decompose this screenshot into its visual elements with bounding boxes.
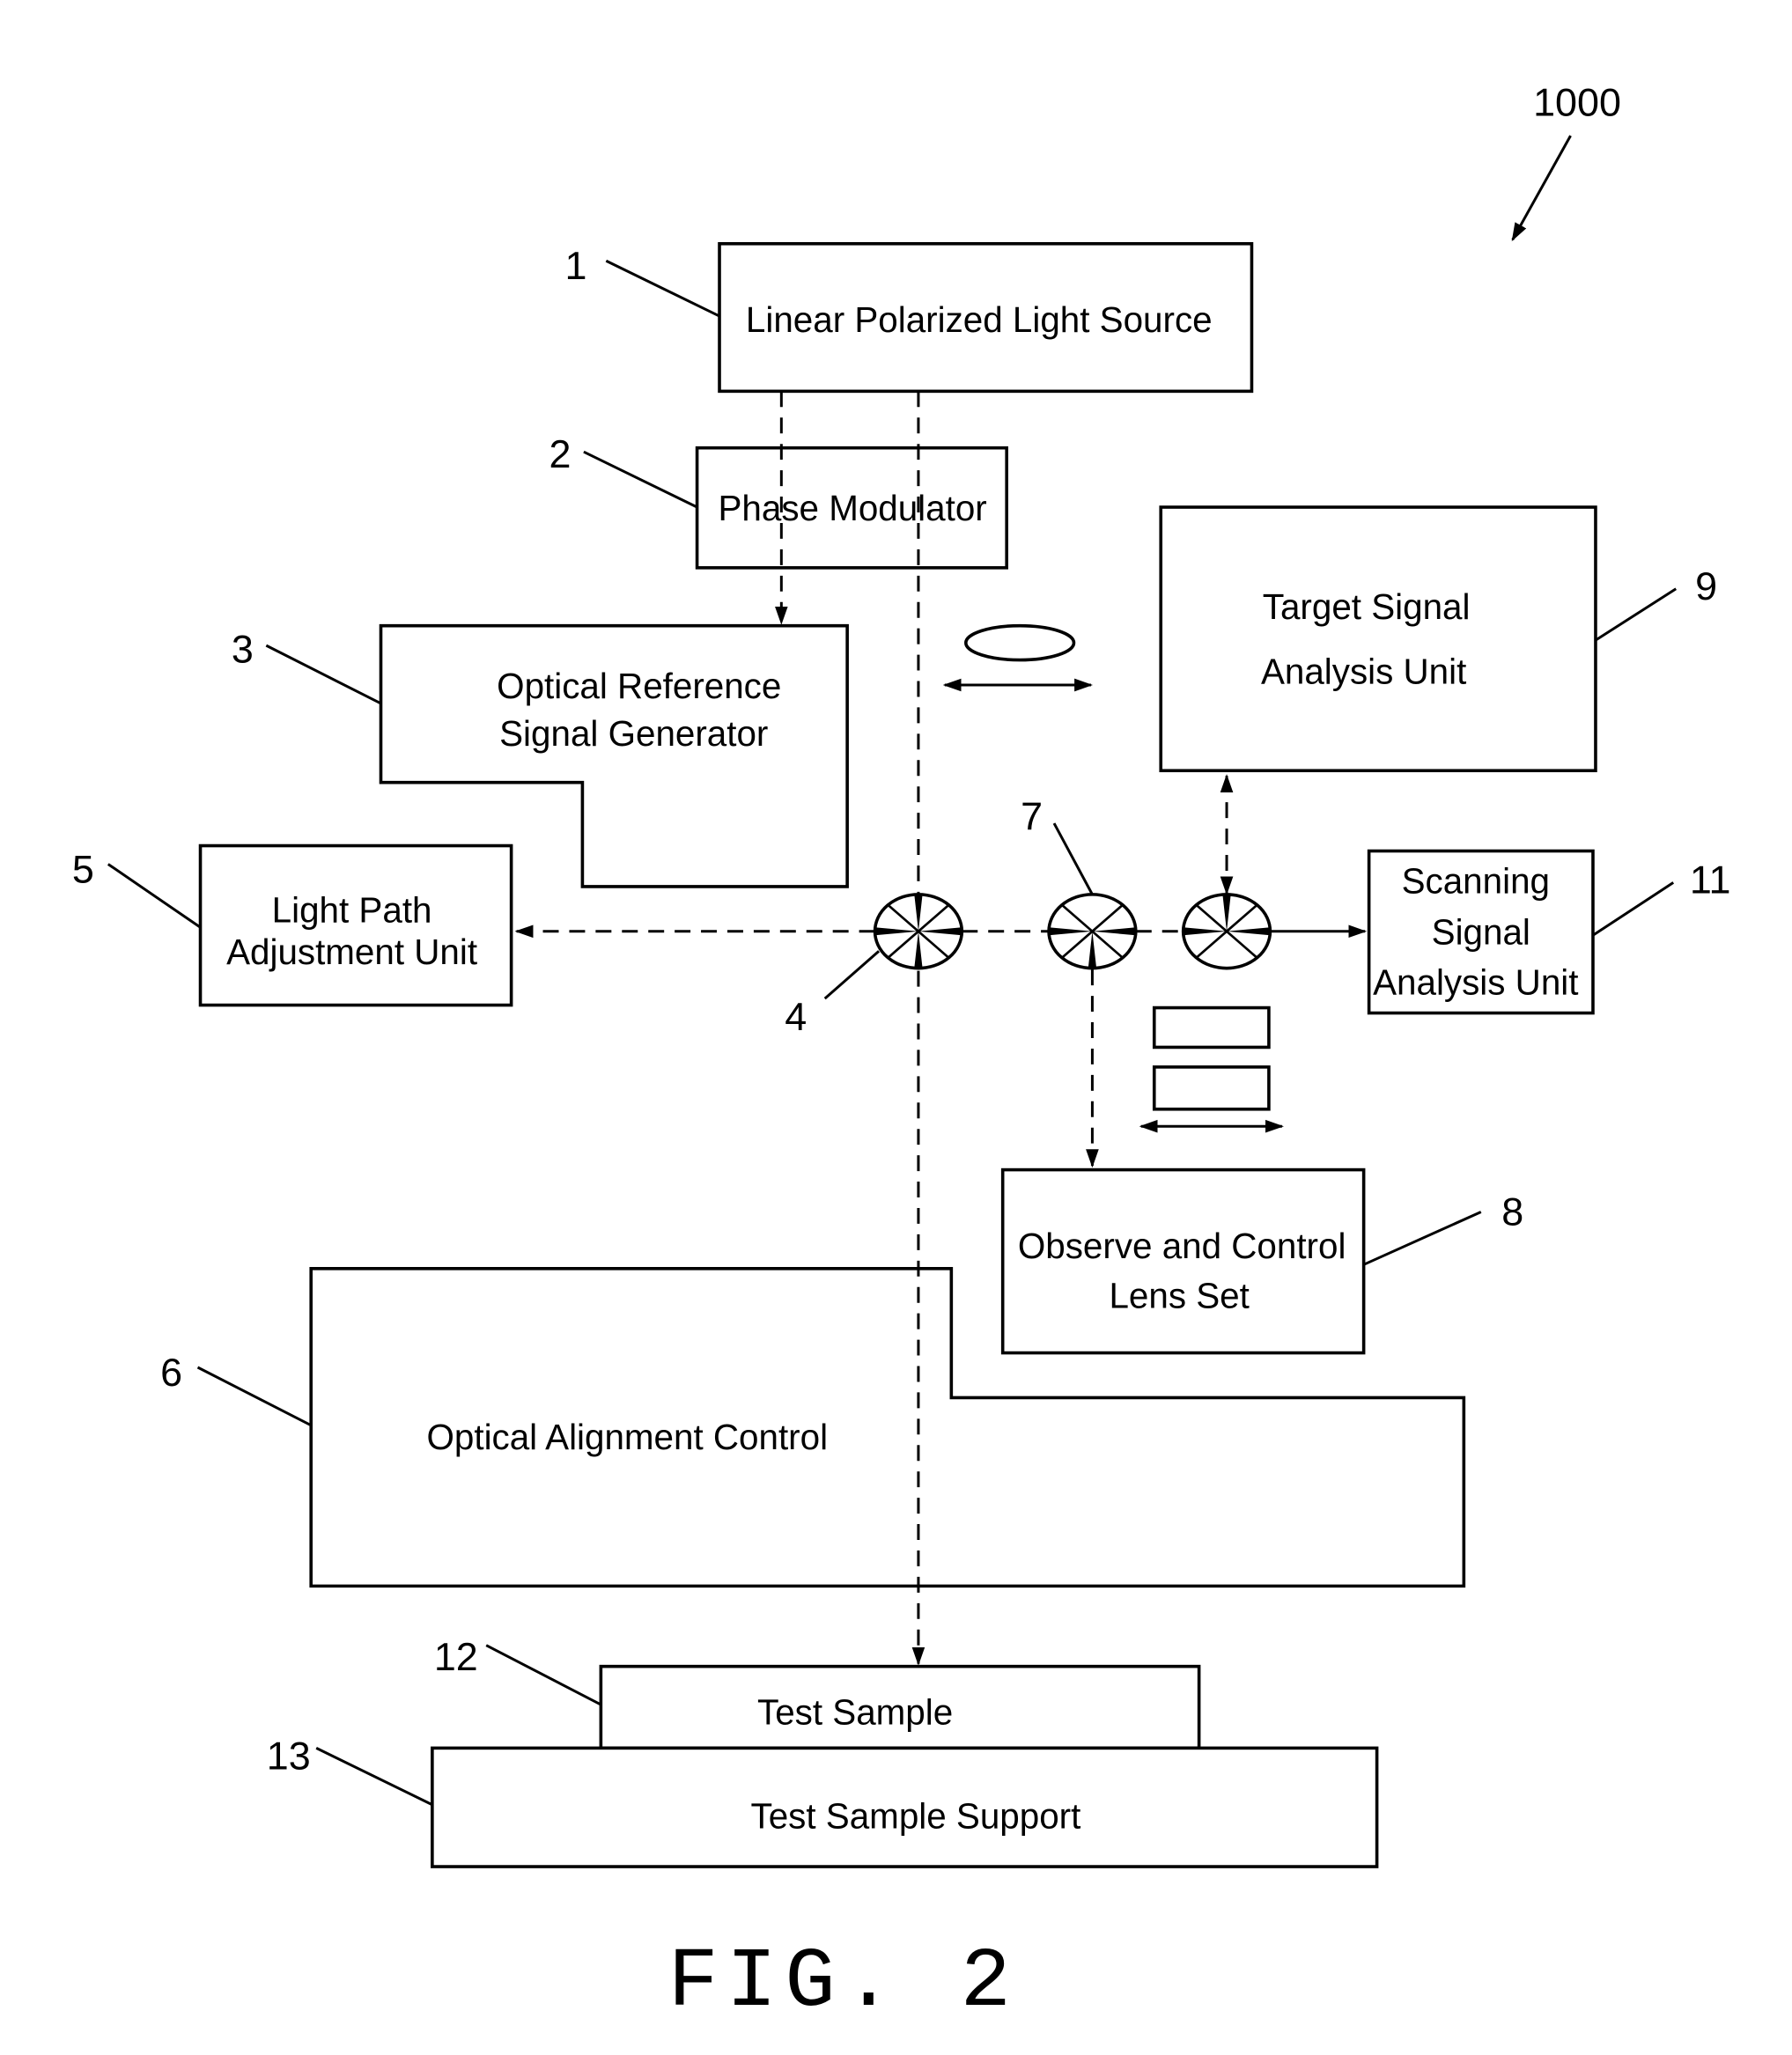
test-sample-label: Test Sample	[757, 1691, 953, 1732]
leader-line-13	[315, 1747, 433, 1807]
light-path-label-line2: Adjustment Unit	[226, 932, 477, 972]
movable-lens	[942, 623, 1094, 692]
target-signal-label-line2: Analysis Unit	[1261, 652, 1466, 692]
optical-system-diagram: 1000 Linear Polarized Light Source 1 Pha…	[72, 80, 1731, 2030]
light-path-label-line1: Light Path	[272, 889, 432, 930]
ref-9: 9	[1695, 563, 1717, 608]
target-signal-label-line1: Target Signal	[1263, 586, 1471, 627]
scanning-signal-label-line3: Analysis Unit	[1373, 962, 1578, 1003]
ref-13: 13	[267, 1733, 311, 1778]
system-ref-arrow	[1511, 135, 1572, 242]
ref-12: 12	[434, 1634, 478, 1679]
ref-3: 3	[232, 627, 254, 672]
target-signal-box	[1159, 505, 1597, 773]
leader-line-4	[823, 950, 881, 1000]
leader-line-12	[485, 1644, 602, 1706]
leader-line-5	[107, 863, 202, 929]
ref-1: 1	[564, 243, 586, 288]
ref-4: 4	[785, 994, 807, 1039]
ref-5: 5	[72, 846, 94, 891]
leader-line-11	[1592, 881, 1675, 937]
leader-line-3	[265, 644, 382, 705]
ref-8: 8	[1501, 1189, 1523, 1234]
filter-plate-2	[1152, 1065, 1271, 1111]
optical-reference-label-line1: Optical Reference	[497, 666, 781, 706]
system-ref-number: 1000	[1533, 80, 1621, 125]
system-reference: 1000	[1511, 80, 1621, 242]
movable-filters	[1139, 1005, 1284, 1133]
ref-7: 7	[1021, 794, 1043, 839]
light-path-block: Light Path Adjustment Unit 5	[72, 843, 513, 1007]
observe-lens-label-line2: Lens Set	[1109, 1276, 1249, 1316]
scanning-signal-label-line1: Scanning	[1402, 860, 1550, 901]
test-sample-support-block: Test Sample Support 13	[267, 1733, 1379, 1868]
scanning-signal-label-line2: Signal	[1432, 912, 1530, 953]
leader-line-7	[1052, 822, 1094, 895]
phase-modulator-label: Phase Modulator	[719, 488, 987, 528]
ref-11: 11	[1690, 857, 1731, 902]
ref-6: 6	[160, 1350, 182, 1395]
optical-reference-label-line2: Signal Generator	[499, 713, 768, 754]
leader-line-2	[583, 450, 698, 509]
figure-caption: FIG. 2	[667, 1934, 1019, 2030]
scanning-signal-block: Scanning Signal Analysis Unit 11	[1367, 849, 1731, 1015]
phase-modulator-block: Phase Modulator 2	[549, 431, 1008, 570]
observe-lens-label-line1: Observe and Control	[1018, 1226, 1346, 1266]
ref-2: 2	[549, 431, 571, 476]
leader-line-6	[196, 1366, 312, 1427]
leader-line-9	[1595, 587, 1678, 642]
target-signal-block: Target Signal Analysis Unit 9	[1159, 505, 1717, 773]
alignment-control-label: Optical Alignment Control	[427, 1417, 829, 1457]
test-sample-block: Test Sample 12	[434, 1634, 1201, 1750]
test-sample-support-label: Test Sample Support	[751, 1796, 1081, 1837]
light-source-label: Linear Polarized Light Source	[746, 299, 1213, 340]
observe-lens-block: Observe and Control Lens Set 8	[1000, 1167, 1523, 1355]
filter-plate-1	[1152, 1005, 1271, 1050]
light-source-block: Linear Polarized Light Source 1	[564, 241, 1254, 394]
leader-line-8	[1363, 1211, 1482, 1266]
leader-line-1	[605, 259, 720, 318]
lens-icon	[964, 623, 1076, 662]
